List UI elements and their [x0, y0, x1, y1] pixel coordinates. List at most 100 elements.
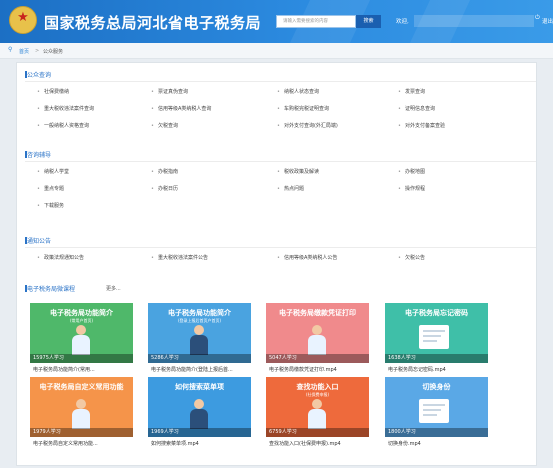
service-link-label: 信用等级A类纳税人公告 [283, 255, 338, 261]
search-button[interactable]: 搜索 [356, 15, 381, 28]
breadcrumb-home[interactable]: 首页 [19, 48, 29, 55]
service-link[interactable]: • 重大税收违法案件公告 [151, 254, 208, 261]
service-link[interactable]: • 纳税人状态查询 [277, 88, 319, 95]
service-link-label: 政策法规通知公告 [43, 255, 84, 261]
video-title: 查找功能入口 [296, 383, 339, 391]
service-link-label: 纳税人学堂 [43, 169, 69, 175]
video-caption-link[interactable]: 电子税务局忘记密码.mp4 [388, 366, 491, 373]
service-link[interactable]: • 发票查询 [398, 88, 425, 95]
video-title: 电子税务局缴款凭证打印 [279, 309, 356, 317]
bullet-icon: • [151, 255, 154, 261]
learner-count: 5047人学习 [266, 354, 369, 363]
bullet-icon: • [37, 169, 40, 175]
video-subtitle: (社保费申报) [305, 392, 330, 397]
video-card[interactable]: 如何搜索菜单项 1969人学习 [148, 377, 251, 437]
service-link[interactable]: • 欠税查询 [151, 122, 178, 129]
video-card[interactable]: 电子税务局功能简介 (常用户首页) 15975人学习 [30, 303, 133, 363]
breadcrumb-current: 公众服务 [43, 49, 64, 55]
video-caption-link[interactable]: 查找功能入口(社保费申报).mp4 [269, 440, 372, 447]
service-link[interactable]: • 证明信息查询 [398, 105, 435, 112]
service-link[interactable]: • 政策法规通知公告 [37, 254, 84, 261]
site-title: 国家税务总局河北省电子税务局 [44, 14, 262, 32]
bullet-icon: • [151, 123, 154, 129]
service-link[interactable]: • 对外支付备案查验 [398, 122, 445, 129]
video-title: 切换身份 [422, 383, 451, 391]
bullet-icon: • [37, 203, 40, 209]
video-title: 如何搜索菜单项 [175, 383, 224, 391]
site-header: ★ 国家税务总局河北省电子税务局 请输入需要搜索的内容 搜索 欢迎, ⏻ 退出 [0, 0, 553, 43]
learner-count: 1969人学习 [148, 428, 251, 437]
service-link[interactable]: • 办税指南 [151, 168, 178, 175]
learner-count: 1800人学习 [385, 428, 488, 437]
bullet-icon: • [151, 89, 154, 95]
welcome-text: 欢迎, [396, 19, 409, 25]
service-link[interactable]: • 税收政策及解读 [277, 168, 319, 175]
service-link-label: 欠税查询 [157, 123, 178, 129]
bullet-icon: • [151, 106, 154, 112]
service-link[interactable]: • 信用等级A类纳税人查询 [151, 105, 211, 112]
section-title: 咨询辅导 [27, 152, 52, 159]
service-link-label: 发票查询 [404, 89, 425, 95]
document-icon [419, 399, 449, 423]
service-link[interactable]: • 车购税完税证明查询 [277, 105, 329, 112]
video-card[interactable]: 切换身份 1800人学习 [385, 377, 488, 437]
service-link[interactable]: • 下载服务 [37, 202, 64, 209]
video-caption-link[interactable]: 切换身份.mp4 [388, 440, 491, 447]
service-link-label: 信用等级A类纳税人查询 [157, 106, 212, 112]
bullet-icon: • [37, 89, 40, 95]
bullet-icon: • [151, 186, 154, 192]
service-link[interactable]: • 办税日历 [151, 185, 178, 192]
breadcrumb-separator: > [35, 48, 40, 54]
section-divider [25, 81, 536, 82]
service-link-label: 对外支付备案查验 [404, 123, 445, 129]
logout-icon[interactable]: ⏻ [535, 15, 540, 22]
video-title: 电子税务局自定义常用功能 [39, 383, 124, 391]
service-link[interactable]: • 一般纳税人资格查询 [37, 122, 89, 129]
service-link-label: 一般纳税人资格查询 [43, 123, 89, 129]
video-title: 电子税务局功能简介 [50, 309, 113, 317]
user-name [414, 15, 534, 27]
video-title: 电子税务局功能简介 [168, 309, 231, 317]
service-link[interactable]: • 社保费缴纳 [37, 88, 69, 95]
video-caption-link[interactable]: 电子税务局功能简介(常用... [33, 366, 136, 373]
service-link[interactable]: • 重大税收违法案件查询 [37, 105, 94, 112]
video-card[interactable]: 电子税务局缴款凭证打印 5047人学习 [266, 303, 369, 363]
learner-count: 6759人学习 [266, 428, 369, 437]
service-link[interactable]: • 办税地图 [398, 168, 425, 175]
bullet-icon: • [277, 106, 280, 112]
video-caption-link[interactable]: 电子税务局缴款凭证打印.mp4 [269, 366, 372, 373]
video-caption-link[interactable]: 电子税务局自定义常用功能... [33, 440, 136, 447]
videos-more-link[interactable]: 更多... [106, 285, 121, 292]
service-link-label: 车购税完税证明查询 [283, 106, 329, 112]
video-card[interactable]: 查找功能入口 (社保费申报) 6759人学习 [266, 377, 369, 437]
video-card[interactable]: 电子税务局忘记密码 1638人学习 [385, 303, 488, 363]
service-link-label: 办税日历 [157, 186, 178, 192]
bullet-icon: • [398, 255, 401, 261]
search-input[interactable]: 请输入需要搜索的内容 [276, 15, 356, 28]
learner-count: 1979人学习 [30, 428, 133, 437]
service-link[interactable]: • 热点问题 [277, 185, 304, 192]
service-link-label: 税收政策及解读 [283, 169, 319, 175]
service-link-label: 操作规程 [404, 186, 425, 192]
service-link[interactable]: • 欠税公告 [398, 254, 425, 261]
logout-link[interactable]: 退出 [542, 17, 553, 25]
bullet-icon: • [277, 89, 280, 95]
service-link[interactable]: • 票证真伪查询 [151, 88, 188, 95]
service-link[interactable]: • 对外支付查询(外汇局端) [277, 122, 338, 129]
video-caption-link[interactable]: 电子税务局功能简介(登陆上报后首... [151, 366, 254, 373]
service-link-label: 办税指南 [157, 169, 178, 175]
service-link-label: 证明信息查询 [404, 106, 435, 112]
service-link[interactable]: • 信用等级A类纳税人公告 [277, 254, 337, 261]
service-link-label: 对外支付查询(外汇局端) [283, 123, 338, 129]
service-link[interactable]: • 纳税人学堂 [37, 168, 69, 175]
bullet-icon: • [37, 255, 40, 261]
service-link[interactable]: • 操作规程 [398, 185, 425, 192]
video-caption-link[interactable]: 如何搜索菜单项.mp4 [151, 440, 254, 447]
bullet-icon: • [398, 123, 401, 129]
section-title-videos: 电子税务局微课程 [27, 286, 76, 293]
national-emblem-icon: ★ [9, 6, 37, 34]
video-card[interactable]: 电子税务局功能简介 (登录上报后首页户首页) 5286人学习 [148, 303, 251, 363]
bullet-icon: • [398, 186, 401, 192]
service-link[interactable]: • 重点专题 [37, 185, 64, 192]
video-card[interactable]: 电子税务局自定义常用功能 1979人学习 [30, 377, 133, 437]
